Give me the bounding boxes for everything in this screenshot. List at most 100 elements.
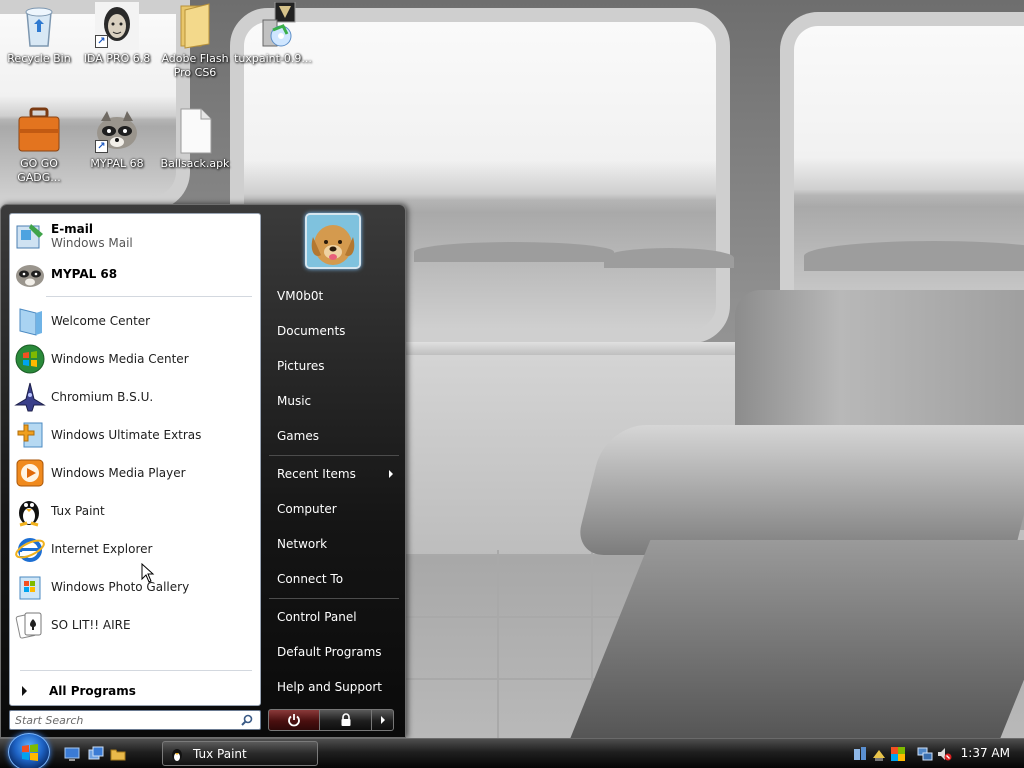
shortcut-arrow-icon: ↗ <box>95 140 108 153</box>
program-windows-ultimate-extras[interactable]: Windows Ultimate Extras <box>12 418 258 452</box>
ultimate-extras-icon <box>14 419 46 451</box>
desktop-icon-label: tuxpaint-0.9... <box>234 52 312 65</box>
program-label: Tux Paint <box>51 504 105 518</box>
program-label: SO LIT!! AIRE <box>51 618 131 632</box>
program-windows-media-player[interactable]: Windows Media Player <box>12 456 258 490</box>
right-item-user-folder[interactable]: VM0b0t <box>267 282 399 310</box>
search-icon[interactable] <box>241 714 253 726</box>
desktop-icon-mypal[interactable]: ↗ MYPAL 68 <box>78 107 156 171</box>
desktop-icon-apk-file[interactable]: Ballsack.apk <box>156 107 234 171</box>
tray-security-icon[interactable] <box>890 746 906 762</box>
wallpaper-window-right <box>780 12 1024 332</box>
power-button-group <box>268 709 394 731</box>
all-programs-button[interactable]: All Programs <box>18 680 254 702</box>
tux-paint-icon <box>14 495 46 527</box>
wallpaper-bench-seat <box>573 425 1024 555</box>
right-separator <box>269 455 399 456</box>
tray-computer-icon[interactable] <box>852 746 868 762</box>
desktop-icon-adobe-flash[interactable]: Adobe Flash Pro CS6 <box>156 2 234 80</box>
program-windows-media-center[interactable]: Windows Media Center <box>12 342 258 376</box>
right-item-documents[interactable]: Documents <box>267 317 399 345</box>
start-menu-programs-pane: E-mail Windows Mail MYPAL 68 Welcome Cen… <box>9 213 261 706</box>
right-item-recent-items[interactable]: Recent Items <box>267 460 399 488</box>
recycle-bin-icon <box>15 2 63 50</box>
program-welcome-center[interactable]: Welcome Center <box>12 304 258 338</box>
mypal-icon <box>14 258 46 290</box>
right-item-network[interactable]: Network <box>267 530 399 558</box>
pinned-item-email[interactable]: E-mail Windows Mail <box>12 220 258 252</box>
desktop-icon-label: GO GO GADG... <box>17 157 61 184</box>
show-desktop-icon[interactable] <box>64 746 80 762</box>
right-item-pictures[interactable]: Pictures <box>267 352 399 380</box>
folder-icon <box>171 2 219 50</box>
switch-windows-icon[interactable] <box>88 746 104 762</box>
tux-paint-icon <box>172 748 182 761</box>
mypal-raccoon-icon: ↗ <box>93 107 141 155</box>
right-item-label: Control Panel <box>277 610 357 624</box>
desktop-icon-label: Ballsack.apk <box>160 157 230 170</box>
start-menu: E-mail Windows Mail MYPAL 68 Welcome Cen… <box>0 204 406 738</box>
power-options-button[interactable] <box>372 709 394 731</box>
mouse-cursor-icon <box>141 563 155 583</box>
right-item-default-programs[interactable]: Default Programs <box>267 638 399 666</box>
pinned-item-title: MYPAL 68 <box>51 267 118 281</box>
taskbar-clock[interactable]: 1:37 AM <box>961 746 1010 760</box>
program-solitaire[interactable]: SO LIT!! AIRE <box>12 608 258 642</box>
lock-button[interactable] <box>320 709 372 731</box>
desktop-icon-label: Recycle Bin <box>7 52 71 65</box>
pinned-item-title: E-mail <box>51 222 94 236</box>
lock-icon <box>341 713 350 726</box>
right-item-label: Games <box>277 429 319 443</box>
power-button[interactable] <box>268 709 320 731</box>
tray-safely-remove-icon[interactable] <box>871 746 887 762</box>
right-item-music[interactable]: Music <box>267 387 399 415</box>
power-icon <box>288 714 300 727</box>
program-windows-photo-gallery[interactable]: Windows Photo Gallery <box>12 570 258 604</box>
desktop-icon-tuxpaint-installer[interactable]: tuxpaint-0.9... <box>234 1 312 66</box>
right-item-label: Computer <box>277 502 337 516</box>
pinned-item-mypal[interactable]: MYPAL 68 <box>12 258 258 290</box>
right-item-label: Pictures <box>277 359 325 373</box>
tray-volume-muted-icon[interactable] <box>936 746 952 762</box>
explorer-folder-icon[interactable] <box>110 746 126 762</box>
desktop-icon-recycle-bin[interactable]: Recycle Bin <box>0 2 78 66</box>
right-item-label: Help and Support <box>277 680 382 694</box>
media-player-icon <box>14 457 46 489</box>
program-label: Chromium B.S.U. <box>51 390 154 404</box>
program-internet-explorer[interactable]: Internet Explorer <box>12 532 258 566</box>
installer-icon <box>249 1 297 50</box>
taskbar-button-label: Tux Paint <box>193 746 247 761</box>
program-label: Welcome Center <box>51 314 151 328</box>
taskbar-button-tux-paint[interactable]: Tux Paint <box>162 741 318 766</box>
internet-explorer-icon <box>14 533 46 565</box>
photo-gallery-icon <box>14 571 46 603</box>
right-item-label: Default Programs <box>277 645 382 659</box>
windows-mail-icon <box>14 220 46 252</box>
program-tux-paint[interactable]: Tux Paint <box>12 494 258 528</box>
start-button[interactable] <box>8 733 50 768</box>
start-search-input[interactable] <box>10 713 230 727</box>
media-center-icon <box>14 343 46 375</box>
desktop-icon-ida-pro[interactable]: ↗ IDA PRO 6.8 <box>78 2 156 66</box>
right-item-control-panel[interactable]: Control Panel <box>267 603 399 631</box>
right-item-connect-to[interactable]: Connect To <box>267 565 399 593</box>
all-programs-label: All Programs <box>49 684 136 698</box>
right-item-label: Documents <box>277 324 346 338</box>
right-item-computer[interactable]: Computer <box>267 495 399 523</box>
chromium-bsu-icon <box>14 381 46 413</box>
right-item-label: Music <box>277 394 312 408</box>
shortcut-arrow-icon: ↗ <box>95 35 108 48</box>
right-item-help-support[interactable]: Help and Support <box>267 673 399 701</box>
user-avatar[interactable] <box>305 213 361 269</box>
chevron-right-icon <box>380 716 385 724</box>
desktop-icon-go-go-gadget[interactable]: GO GO GADG... <box>0 107 78 185</box>
desktop-icon-label: Adobe Flash Pro CS6 <box>161 52 229 79</box>
start-search-box <box>9 710 261 730</box>
tray-network-icon[interactable] <box>917 746 933 762</box>
right-item-label: VM0b0t <box>277 289 324 303</box>
right-item-games[interactable]: Games <box>267 422 399 450</box>
ida-pro-icon: ↗ <box>93 2 141 50</box>
desktop-icon-label: MYPAL 68 <box>90 157 144 170</box>
desktop-icon-label: IDA PRO 6.8 <box>83 52 151 65</box>
program-chromium-bsu[interactable]: Chromium B.S.U. <box>12 380 258 414</box>
